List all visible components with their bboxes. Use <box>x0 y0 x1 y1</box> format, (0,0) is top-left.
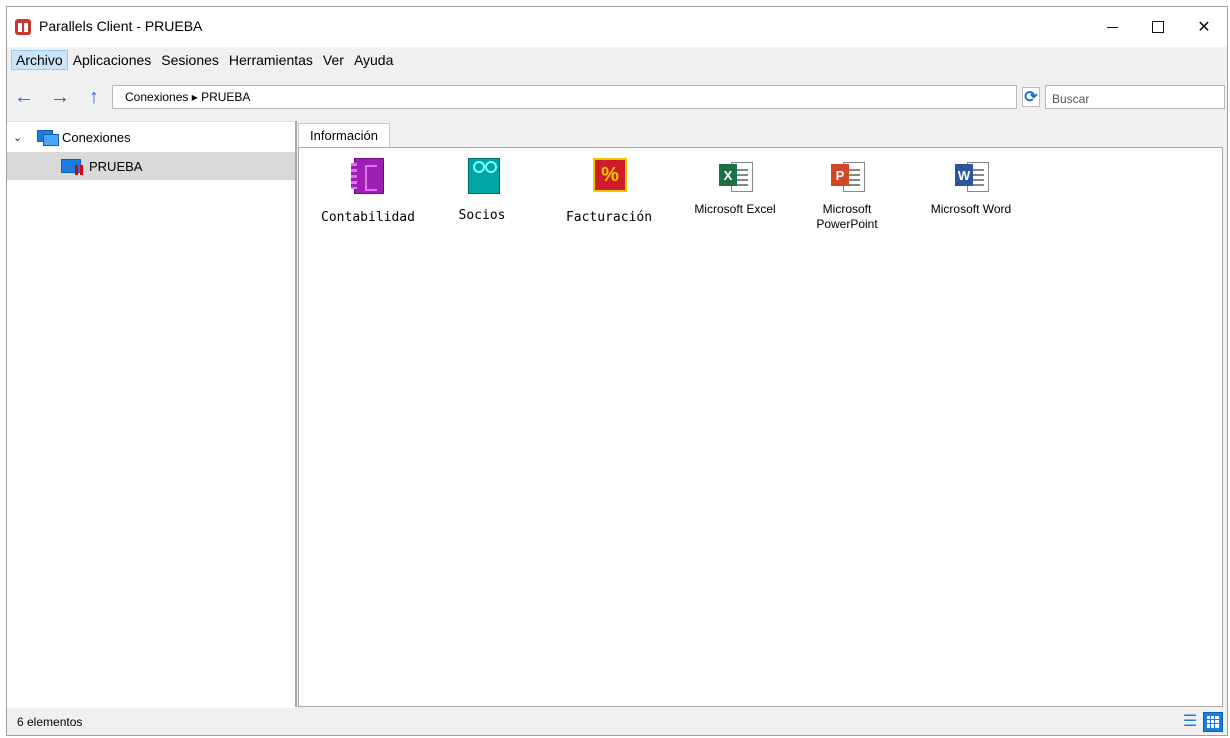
maximize-button[interactable] <box>1135 7 1181 47</box>
search-input[interactable] <box>1045 85 1225 109</box>
panel-splitter[interactable] <box>295 121 297 707</box>
contabilidad-icon <box>351 156 384 196</box>
menu-archivo[interactable]: Archivo <box>11 50 68 70</box>
app-facturacion[interactable]: % Facturación <box>554 156 664 225</box>
socios-icon <box>466 156 500 196</box>
word-icon: W <box>955 156 989 196</box>
app-label: Microsoft Excel <box>694 202 776 216</box>
menu-sesiones[interactable]: Sesiones <box>156 50 224 70</box>
server-icon <box>61 159 83 175</box>
maximize-icon <box>1152 21 1164 33</box>
status-bar: 6 elementos ☰ <box>7 709 1227 735</box>
app-contabilidad[interactable]: Contabilidad <box>313 156 423 225</box>
app-word[interactable]: W Microsoft Word <box>916 156 1026 217</box>
refresh-button[interactable]: ⟳ <box>1022 87 1040 107</box>
app-label: Socios <box>458 208 506 223</box>
connections-icon <box>37 130 59 146</box>
title-bar[interactable]: Parallels Client - PRUEBA ✕ <box>7 7 1227 47</box>
app-label: Microsoft PowerPoint <box>816 202 878 231</box>
arrow-up-icon: ↑ <box>89 85 99 108</box>
tree-item-label: PRUEBA <box>89 158 143 174</box>
list-view-icon[interactable]: ☰ <box>1181 713 1199 731</box>
grid-view-icon[interactable] <box>1203 712 1223 732</box>
tree-item-label: Conexiones <box>62 129 131 145</box>
up-button[interactable]: ↑ <box>83 85 105 109</box>
arrow-left-icon: ← <box>14 85 34 108</box>
parallels-app-icon <box>15 19 31 35</box>
menu-ayuda[interactable]: Ayuda <box>349 50 398 70</box>
chevron-down-icon[interactable]: ⌄ <box>13 131 22 144</box>
facturacion-icon: % <box>593 156 627 196</box>
minimize-button[interactable] <box>1089 7 1135 47</box>
app-label: Microsoft Word <box>930 202 1012 216</box>
app-powerpoint[interactable]: P Microsoft PowerPoint <box>792 156 902 232</box>
menu-bar: Archivo Aplicaciones Sesiones Herramient… <box>7 48 1227 72</box>
app-socios[interactable]: Socios <box>427 156 537 223</box>
item-count: 6 elementos <box>17 715 83 729</box>
breadcrumb: Conexiones ▸ PRUEBA <box>125 90 251 104</box>
app-window: Parallels Client - PRUEBA ✕ Archivo Apli… <box>6 6 1228 736</box>
arrow-right-icon: → <box>50 85 70 108</box>
window-title: Parallels Client - PRUEBA <box>39 18 203 34</box>
connections-tree: ⌄ Conexiones PRUEBA <box>7 121 295 708</box>
tree-item-conexiones[interactable]: ⌄ Conexiones <box>7 124 295 150</box>
tab-informacion[interactable]: Información <box>298 123 390 147</box>
menu-aplicaciones[interactable]: Aplicaciones <box>68 50 157 70</box>
tree-item-prueba[interactable]: PRUEBA <box>7 152 295 180</box>
refresh-icon: ⟳ <box>1024 89 1038 106</box>
back-button[interactable]: ← <box>13 85 35 109</box>
menu-ver[interactable]: Ver <box>318 50 349 70</box>
address-bar[interactable]: Conexiones ▸ PRUEBA <box>112 85 1017 109</box>
tab-strip: Información <box>298 121 1227 147</box>
app-label: Facturación <box>565 210 653 225</box>
powerpoint-icon: P <box>831 156 865 196</box>
forward-button[interactable]: → <box>49 85 71 109</box>
applications-panel: Contabilidad Socios % Facturación X Micr… <box>298 147 1223 707</box>
app-excel[interactable]: X Microsoft Excel <box>680 156 790 217</box>
minimize-icon <box>1106 26 1118 28</box>
address-toolbar: ← → ↑ Conexiones ▸ PRUEBA ⟳ <box>7 81 1227 115</box>
close-button[interactable]: ✕ <box>1181 7 1227 47</box>
close-icon: ✕ <box>1197 19 1211 36</box>
excel-icon: X <box>719 156 753 196</box>
menu-herramientas[interactable]: Herramientas <box>224 50 318 70</box>
app-label: Contabilidad <box>321 210 415 225</box>
